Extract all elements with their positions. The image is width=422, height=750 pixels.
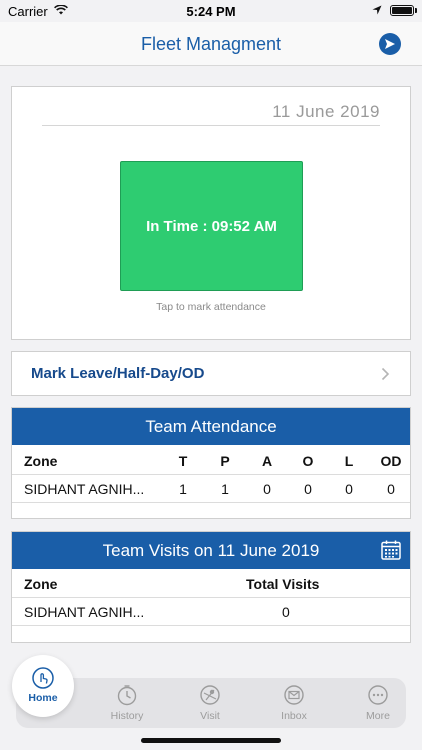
zone-cell: SIDHANT AGNIH... (24, 481, 145, 497)
col-t: T (178, 453, 188, 469)
tab-visit[interactable]: Visit (175, 684, 245, 722)
more-icon (368, 685, 388, 705)
mark-attendance-button[interactable]: In Time : 09:52 AM (120, 161, 303, 291)
tab-more-label: More (366, 710, 390, 722)
team-visits-card: Team Visits on 11 June 2019 Zone Total V… (11, 531, 411, 643)
attendance-card: 11 June 2019 In Time : 09:52 AM Tap to m… (11, 86, 411, 340)
mail-icon (284, 685, 304, 705)
clock-icon (117, 685, 137, 706)
zone-cell: SIDHANT AGNIH... (24, 604, 145, 620)
tab-more[interactable]: More (343, 684, 413, 722)
map-pin-icon (200, 685, 220, 705)
clock: 5:24 PM (186, 4, 236, 19)
team-visits-title: Team Visits on 11 June 2019 (102, 540, 320, 560)
home-touch-icon (32, 667, 54, 689)
l-cell: 0 (345, 481, 353, 497)
row-divider (12, 625, 410, 626)
od-cell: 0 (387, 481, 395, 497)
tab-inbox-label: Inbox (281, 710, 307, 722)
battery-icon (390, 5, 414, 16)
o-cell: 0 (304, 481, 312, 497)
visits-cell: 0 (282, 604, 290, 620)
tab-visit-label: Visit (200, 710, 220, 722)
col-o: O (302, 453, 314, 469)
row-divider (12, 474, 410, 475)
page-title: Fleet Managment (140, 34, 282, 54)
status-bar: Carrier 5:24 PM (0, 0, 422, 22)
send-arrow-icon (385, 39, 395, 49)
team-attendance-header: Team Attendance (12, 408, 410, 445)
attendance-hint: Tap to mark attendance (156, 301, 266, 313)
in-time-label: In Time : 09:52 AM (146, 217, 277, 235)
home-indicator (141, 738, 281, 743)
attendance-date: 11 June 2019 (272, 102, 380, 121)
t-cell: 1 (179, 481, 187, 497)
mark-leave-row[interactable]: Mark Leave/Half-Day/OD (11, 351, 411, 396)
mark-leave-label: Mark Leave/Half-Day/OD (31, 365, 205, 382)
tab-history-label: History (110, 710, 144, 722)
tab-home-label: Home (28, 692, 58, 704)
col-a: A (261, 453, 273, 469)
chevron-right-icon (381, 367, 390, 381)
tab-home[interactable]: Home (12, 655, 74, 717)
location-arrow-icon (372, 5, 382, 15)
row-divider (12, 597, 410, 598)
date-divider (42, 125, 380, 126)
tab-inbox[interactable]: Inbox (259, 684, 329, 722)
calendar-icon[interactable] (380, 539, 402, 561)
team-visits-header: Team Visits on 11 June 2019 (12, 532, 410, 569)
tab-history[interactable]: History (92, 684, 162, 722)
team-attendance-card: Team Attendance Zone T P A O L OD SIDHAN… (11, 407, 411, 519)
nav-bar: Fleet Managment (0, 22, 422, 66)
col-zone: Zone (24, 576, 58, 592)
team-attendance-title: Team Attendance (145, 416, 277, 436)
col-l: L (344, 453, 354, 469)
tab-bar: History Visit Inbox More (16, 678, 406, 728)
p-cell: 1 (221, 481, 229, 497)
battery-tip (415, 8, 417, 13)
col-zone: Zone (24, 453, 58, 469)
col-p: P (220, 453, 230, 469)
a-cell: 0 (263, 481, 271, 497)
send-button[interactable] (379, 33, 401, 55)
row-divider (12, 502, 410, 503)
col-od: OD (380, 453, 402, 469)
col-total-visits: Total Visits (246, 576, 320, 592)
